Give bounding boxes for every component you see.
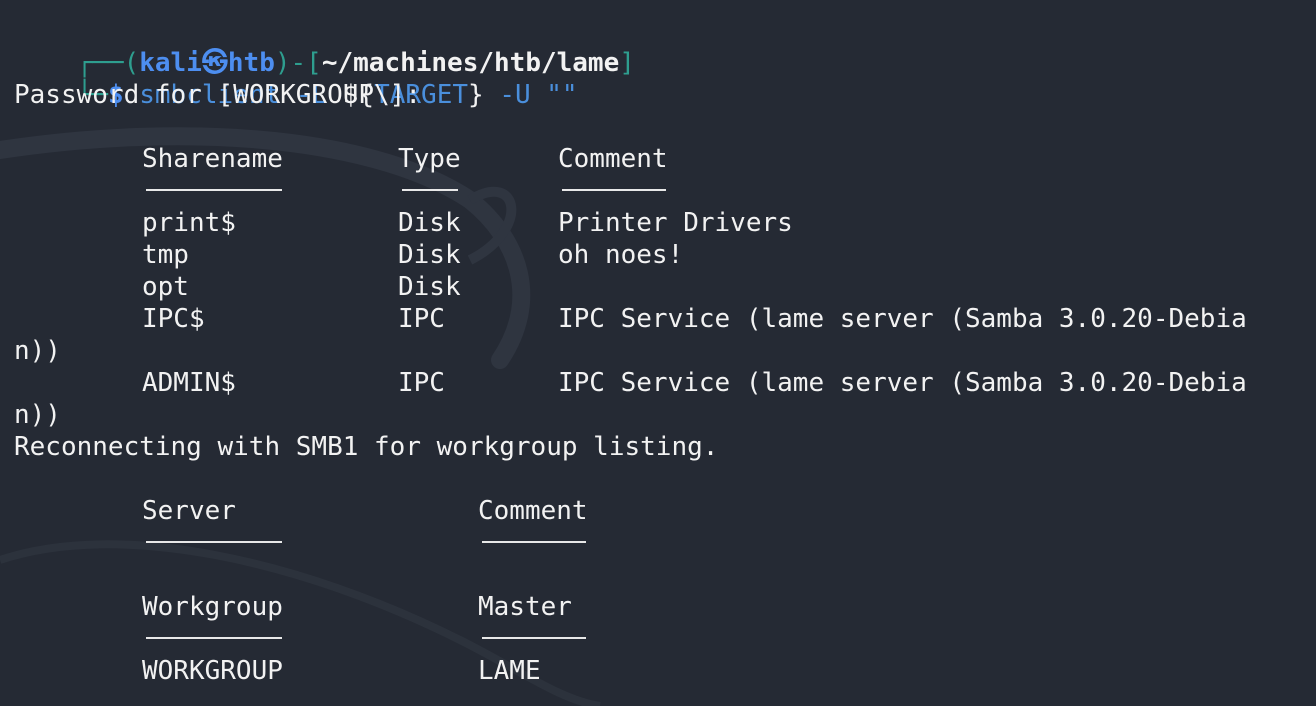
prompt-close-bracket: ] [619,48,635,78]
share-row-comment: IPC Service (lame server (Samba 3.0.20-D… [558,304,1247,334]
reconnect-message: Reconnecting with SMB1 for workgroup lis… [14,432,719,462]
share-row-name: tmp [142,240,189,270]
share-header-comment: Comment [558,144,668,174]
workgroup-header-workgroup: Workgroup [142,592,283,622]
command-var-close: } [468,80,484,110]
share-header-rule-comment [562,189,666,191]
command-flag-u: -U [499,80,531,110]
server-header-comment: Comment [478,496,588,526]
share-row-comment: IPC Service (lame server (Samba 3.0.20-D… [558,368,1247,398]
terminal-window[interactable]: ┌──(kali㉿htb)-[~/machines/htb/lame] └─$ … [0,0,1316,706]
workgroup-header-rule-workgroup [146,637,282,639]
server-header-server: Server [142,496,236,526]
share-header-sharename: Sharename [142,144,283,174]
share-row-type: Disk [398,208,461,238]
share-row-name: IPC$ [142,304,205,334]
share-header-rule-sharename [146,189,282,191]
command-line[interactable]: └─$ smbclient -L ${TARGET} -U "" [14,47,578,110]
command-user-arg: "" [546,80,578,110]
workgroup-header-rule-master [482,637,586,639]
share-row-name: print$ [142,208,236,238]
share-row-comment-wrap: n)) [14,336,61,366]
server-header-rule-server [146,541,282,543]
prompt-header-line: ┌──(kali㉿htb)-[~/machines/htb/lame] [14,15,635,78]
share-row-type: IPC [398,368,445,398]
share-header-type: Type [398,144,461,174]
share-header-rule-type [402,189,458,191]
share-row-name: ADMIN$ [142,368,236,398]
share-row-name: opt [142,272,189,302]
workgroup-row-master: LAME [478,656,541,686]
share-row-type: Disk [398,240,461,270]
share-row-comment: oh noes! [558,240,684,270]
workgroup-row-workgroup: WORKGROUP [142,656,283,686]
password-prompt: Password for [WORKGROUP\]: [14,80,421,110]
share-row-comment-wrap: n)) [14,400,61,430]
share-row-type: Disk [398,272,461,302]
share-row-type: IPC [398,304,445,334]
server-header-rule-comment [482,541,586,543]
share-row-comment: Printer Drivers [558,208,793,238]
workgroup-header-master: Master [478,592,572,622]
